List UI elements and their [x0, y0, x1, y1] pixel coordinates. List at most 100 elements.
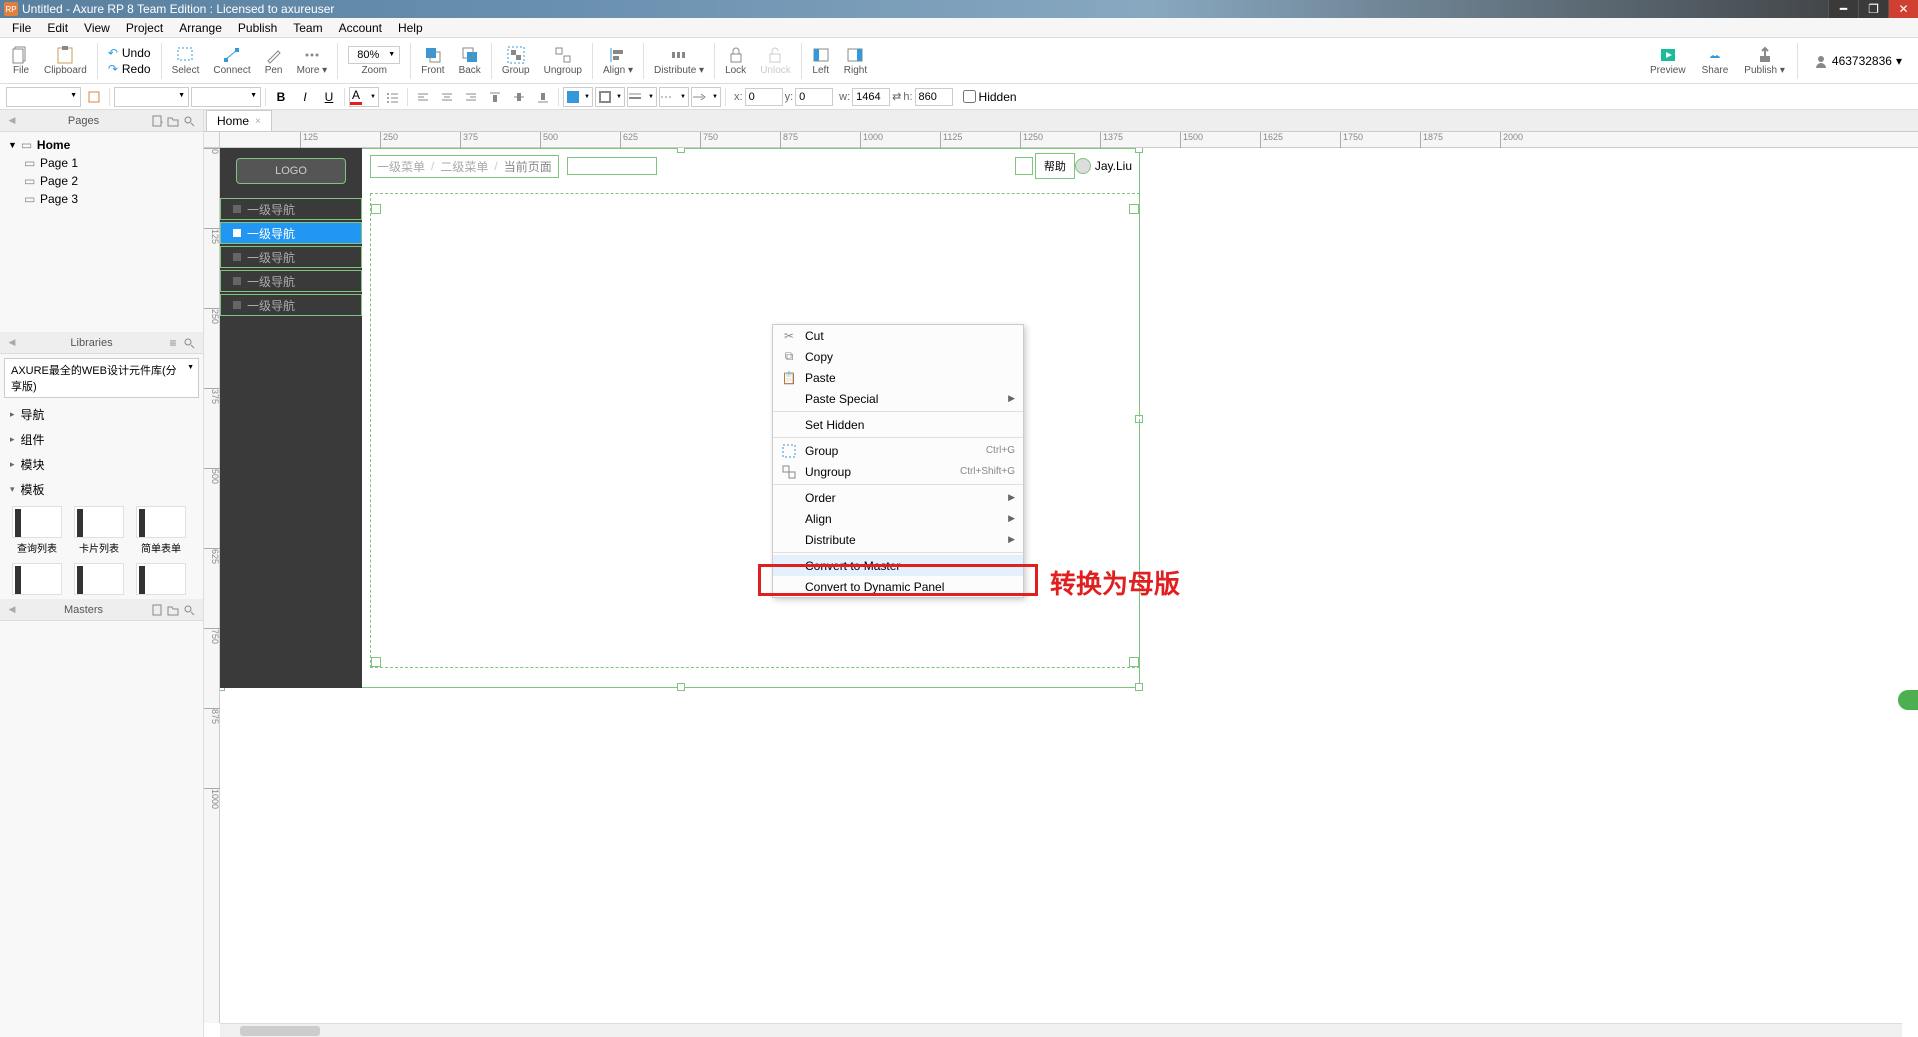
lock-wh-icon[interactable]: ⇄	[892, 90, 901, 103]
close-button[interactable]: ✕	[1888, 0, 1918, 18]
search-masters-button[interactable]	[181, 602, 197, 618]
resize-handle[interactable]	[371, 657, 381, 667]
y-input[interactable]	[795, 88, 833, 106]
library-menu-button[interactable]: ≡	[165, 335, 181, 351]
user-account[interactable]: 463732836 ▾	[1804, 54, 1912, 68]
close-tab-icon[interactable]: ×	[255, 116, 261, 127]
tool-clipboard[interactable]: Clipboard	[38, 41, 93, 81]
valign-middle-button[interactable]	[508, 87, 530, 107]
style-manager-button[interactable]	[83, 87, 105, 107]
ctx-cut[interactable]: ✂Cut	[773, 325, 1023, 346]
breadcrumb-widget[interactable]: 一级菜单 / 二级菜单 / 当前页面	[370, 155, 559, 178]
align-right-button[interactable]	[460, 87, 482, 107]
lib-section-nav[interactable]: ▸导航	[0, 402, 203, 427]
menu-account[interactable]: Account	[331, 21, 390, 35]
lib-section-modules[interactable]: ▸模块	[0, 452, 203, 477]
resize-handle[interactable]	[1129, 657, 1139, 667]
collapse-icon[interactable]: ◀	[6, 115, 18, 126]
ctx-order[interactable]: Order▶	[773, 487, 1023, 508]
menu-team[interactable]: Team	[285, 21, 330, 35]
menu-edit[interactable]: Edit	[39, 21, 76, 35]
tool-select[interactable]: Select	[166, 41, 206, 81]
library-widget[interactable]	[132, 563, 190, 595]
library-widget[interactable]	[70, 563, 128, 595]
tool-more[interactable]: More ▾	[291, 41, 334, 81]
align-center-button[interactable]	[436, 87, 458, 107]
tool-lock[interactable]: Lock	[719, 41, 752, 81]
font-select[interactable]	[114, 87, 189, 107]
bold-button[interactable]: B	[270, 87, 292, 107]
zoom-select[interactable]: 80%	[348, 46, 400, 64]
ctx-paste-special[interactable]: Paste Special▶	[773, 388, 1023, 409]
tool-panel-right[interactable]: Right	[838, 41, 873, 81]
help-button[interactable]: 帮助	[1035, 153, 1075, 179]
search-library-button[interactable]	[181, 335, 197, 351]
hidden-checkbox[interactable]	[963, 90, 976, 103]
add-page-button[interactable]: +	[149, 113, 165, 129]
library-widget[interactable]: 卡片列表	[70, 506, 128, 555]
fill-color-button[interactable]	[563, 87, 593, 107]
ctx-distribute[interactable]: Distribute▶	[773, 529, 1023, 550]
w-input[interactable]	[852, 88, 890, 106]
resize-handle[interactable]	[677, 683, 685, 691]
menu-publish[interactable]: Publish	[230, 21, 285, 35]
italic-button[interactable]: I	[294, 87, 316, 107]
maximize-button[interactable]: ❐	[1858, 0, 1888, 18]
nav-item[interactable]: 一级导航	[220, 246, 362, 268]
redo-button[interactable]: ↷Redo	[108, 62, 151, 76]
tool-pen[interactable]: Pen	[259, 41, 289, 81]
tool-preview[interactable]: Preview	[1644, 41, 1692, 81]
floating-badge[interactable]	[1898, 690, 1918, 710]
ctx-align[interactable]: Align▶	[773, 508, 1023, 529]
ctx-group[interactable]: GroupCtrl+G	[773, 440, 1023, 461]
tool-zoom[interactable]: 80% Zoom	[342, 41, 406, 81]
valign-bottom-button[interactable]	[532, 87, 554, 107]
bullets-button[interactable]	[381, 87, 403, 107]
h-input[interactable]	[915, 88, 953, 106]
tool-publish[interactable]: Publish ▾	[1738, 41, 1791, 81]
menu-project[interactable]: Project	[118, 21, 171, 35]
tool-front[interactable]: Front	[415, 41, 450, 81]
tool-distribute[interactable]: Distribute ▾	[648, 41, 710, 81]
tool-group-btn[interactable]: Group	[496, 41, 536, 81]
underline-button[interactable]: U	[318, 87, 340, 107]
tool-connect[interactable]: Connect	[207, 41, 256, 81]
menu-help[interactable]: Help	[390, 21, 431, 35]
line-style-button[interactable]	[659, 87, 689, 107]
ctx-copy[interactable]: ⧉Copy	[773, 346, 1023, 367]
page-tree-item[interactable]: ▭Page 3	[8, 190, 195, 208]
menu-arrange[interactable]: Arrange	[171, 21, 230, 35]
library-widget[interactable]: 简单表单	[132, 506, 190, 555]
x-input[interactable]	[745, 88, 783, 106]
add-folder-button[interactable]	[165, 113, 181, 129]
font-weight-select[interactable]	[191, 87, 261, 107]
undo-button[interactable]: ↶Undo	[108, 46, 151, 60]
ctx-ungroup[interactable]: UngroupCtrl+Shift+G	[773, 461, 1023, 482]
resize-handle[interactable]	[1135, 683, 1143, 691]
library-widget[interactable]	[8, 563, 66, 595]
tool-share[interactable]: Share	[1696, 41, 1735, 81]
tool-ungroup[interactable]: Ungroup	[538, 41, 588, 81]
ctx-paste[interactable]: 📋Paste	[773, 367, 1023, 388]
align-left-button[interactable]	[412, 87, 434, 107]
nav-item-active[interactable]: 一级导航	[220, 222, 362, 244]
menu-view[interactable]: View	[76, 21, 118, 35]
document-tab-home[interactable]: Home ×	[206, 110, 272, 131]
page-tree-item[interactable]: ▭Page 2	[8, 172, 195, 190]
text-color-button[interactable]: A	[349, 87, 379, 107]
user-widget[interactable]: Jay.Liu	[1075, 158, 1132, 174]
nav-item[interactable]: 一级导航	[220, 270, 362, 292]
scrollbar-thumb[interactable]	[240, 1026, 320, 1036]
canvas-viewport[interactable]: LOGO 一级导航 一级导航 一级导航 一级导航 一级导航 一级菜单 / 二级菜…	[220, 148, 1918, 1023]
lib-section-templates[interactable]: ▾模板	[0, 477, 203, 502]
line-width-button[interactable]	[627, 87, 657, 107]
style-select[interactable]	[6, 87, 81, 107]
page-tree-item[interactable]: ▭Page 1	[8, 154, 195, 172]
menu-file[interactable]: File	[4, 21, 39, 35]
add-master-button[interactable]	[149, 602, 165, 618]
resize-handle[interactable]	[371, 204, 381, 214]
tool-unlock[interactable]: Unlock	[754, 41, 797, 81]
widget-box[interactable]	[1015, 157, 1033, 175]
tool-file[interactable]: File	[6, 41, 36, 81]
logo-widget[interactable]: LOGO	[236, 158, 346, 184]
